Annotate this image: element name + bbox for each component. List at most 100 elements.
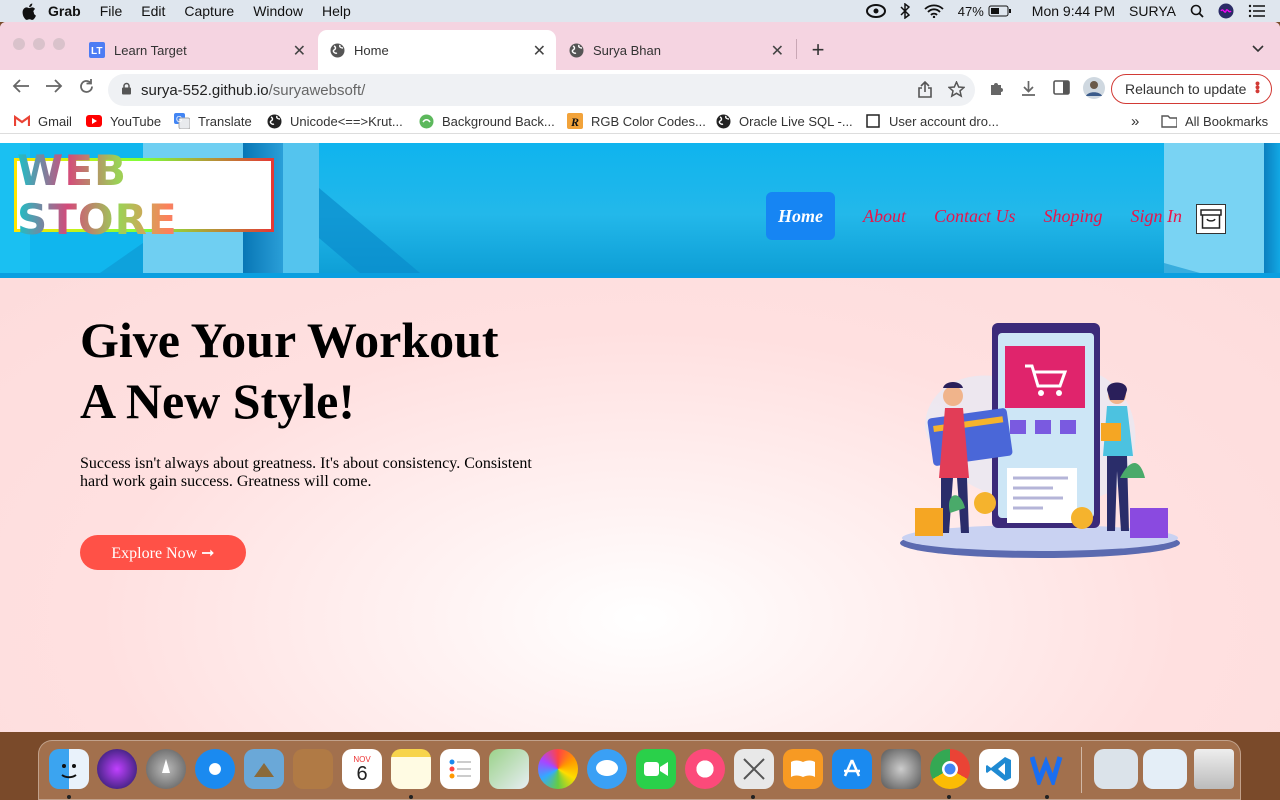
reminders-icon[interactable] bbox=[440, 749, 480, 789]
music-icon[interactable] bbox=[685, 749, 725, 789]
nav-home[interactable]: Home bbox=[766, 192, 835, 240]
address-bar[interactable]: surya-552.github.io /suryawebsoft/ bbox=[108, 74, 975, 106]
site-logo[interactable]: WEB STORE bbox=[14, 146, 274, 244]
photos-icon[interactable] bbox=[538, 749, 578, 789]
cart-icon[interactable] bbox=[1196, 204, 1226, 234]
safari-icon[interactable] bbox=[195, 749, 235, 789]
globe-icon bbox=[329, 42, 345, 58]
svg-text:G: G bbox=[176, 115, 182, 124]
menu-help[interactable]: Help bbox=[322, 3, 351, 19]
menu-window[interactable]: Window bbox=[253, 3, 303, 19]
close-tab-icon[interactable]: ✕ bbox=[293, 41, 306, 61]
grab-icon[interactable] bbox=[734, 749, 774, 789]
vscode-icon[interactable] bbox=[979, 749, 1019, 789]
launchpad-icon[interactable] bbox=[146, 749, 186, 789]
trash-icon[interactable] bbox=[1194, 749, 1234, 789]
tab-surya-bhan[interactable]: Surya Bhan ✕ bbox=[558, 30, 794, 70]
minimized-window-icon[interactable] bbox=[1094, 749, 1138, 789]
bookmark-unicode[interactable]: Unicode<==>Krut... bbox=[266, 113, 403, 129]
siri-menu-icon[interactable] bbox=[1218, 3, 1234, 19]
bookmark-label: Gmail bbox=[38, 113, 72, 129]
lock-icon[interactable] bbox=[121, 82, 132, 99]
browser-toolbar: surya-552.github.io /suryawebsoft/ Relau… bbox=[0, 70, 1280, 108]
tab-search-chevron-icon[interactable] bbox=[1252, 40, 1264, 58]
download-icon[interactable] bbox=[1020, 80, 1037, 102]
all-bookmarks-button[interactable]: All Bookmarks bbox=[1161, 113, 1268, 129]
tab-home[interactable]: Home ✕ bbox=[318, 30, 556, 70]
wifi-icon[interactable] bbox=[924, 4, 944, 18]
extensions-puzzle-icon[interactable] bbox=[988, 80, 1005, 102]
more-bookmarks-chevron-icon[interactable]: » bbox=[1131, 113, 1139, 130]
word-icon[interactable] bbox=[1028, 749, 1068, 789]
folder-icon bbox=[1161, 113, 1177, 129]
bookmark-label: Translate bbox=[198, 113, 252, 129]
menu-capture[interactable]: Capture bbox=[184, 3, 234, 19]
books-icon[interactable] bbox=[783, 749, 823, 789]
gmail-icon bbox=[14, 113, 30, 129]
bookmark-rgb-color-codes[interactable]: R RGB Color Codes... bbox=[567, 113, 706, 129]
apple-icon[interactable] bbox=[20, 2, 38, 20]
menubar-user[interactable]: SURYA bbox=[1129, 3, 1176, 19]
minimized-chrome-window-icon[interactable] bbox=[1143, 749, 1187, 789]
youtube-icon bbox=[86, 113, 102, 129]
nav-contact-us[interactable]: Contact Us bbox=[934, 192, 1016, 240]
reload-icon[interactable] bbox=[78, 78, 95, 100]
bookmark-background[interactable]: Background Back... bbox=[418, 113, 555, 129]
page-icon bbox=[865, 113, 881, 129]
chrome-icon[interactable] bbox=[930, 749, 970, 789]
relaunch-to-update-button[interactable]: Relaunch to update ••• bbox=[1111, 74, 1272, 104]
messages-icon[interactable] bbox=[587, 749, 627, 789]
minimize-window-button[interactable] bbox=[33, 38, 45, 50]
profile-avatar[interactable] bbox=[1082, 76, 1106, 105]
menu-edit[interactable]: Edit bbox=[141, 3, 165, 19]
close-window-button[interactable] bbox=[13, 38, 25, 50]
nav-sign-in[interactable]: Sign In bbox=[1131, 192, 1183, 240]
facetime-icon[interactable] bbox=[636, 749, 676, 789]
siri-icon[interactable] bbox=[97, 749, 137, 789]
tab-separator bbox=[796, 39, 797, 59]
bookmark-oracle-live-sql[interactable]: Oracle Live SQL -... bbox=[715, 113, 853, 129]
system-preferences-icon[interactable] bbox=[881, 749, 921, 789]
hero-title: Give Your Workout A New Style! bbox=[80, 312, 499, 429]
maps-icon[interactable] bbox=[489, 749, 529, 789]
close-tab-icon[interactable]: ✕ bbox=[533, 41, 546, 61]
creative-cloud-icon[interactable] bbox=[865, 4, 886, 18]
close-tab-icon[interactable]: ✕ bbox=[771, 41, 784, 61]
nav-shoping[interactable]: Shoping bbox=[1044, 192, 1103, 240]
battery-icon[interactable] bbox=[988, 5, 1012, 17]
more-menu-icon[interactable]: ••• bbox=[1250, 81, 1266, 93]
menu-file[interactable]: File bbox=[100, 3, 123, 19]
finder-icon[interactable] bbox=[49, 749, 89, 789]
nav-about[interactable]: About bbox=[863, 192, 906, 240]
notefile-icon[interactable] bbox=[293, 749, 333, 789]
spotlight-icon[interactable] bbox=[1190, 4, 1204, 18]
app-store-icon[interactable] bbox=[832, 749, 872, 789]
tab-learn-target[interactable]: LT Learn Target ✕ bbox=[80, 30, 316, 70]
bookmark-gmail[interactable]: Gmail bbox=[14, 113, 72, 129]
side-panel-icon[interactable] bbox=[1053, 80, 1070, 100]
zoom-window-button[interactable] bbox=[53, 38, 65, 50]
hero-section: Give Your Workout A New Style! Success is… bbox=[0, 278, 1280, 732]
share-icon[interactable] bbox=[918, 80, 932, 102]
dock-separator bbox=[1081, 747, 1082, 793]
calendar-icon[interactable]: NOV 6 bbox=[342, 749, 382, 789]
translate-icon: G bbox=[174, 113, 190, 129]
bluetooth-icon[interactable] bbox=[900, 3, 910, 19]
bookmark-user-account[interactable]: User account dro... bbox=[865, 113, 999, 129]
bookmark-translate[interactable]: G Translate bbox=[174, 113, 252, 129]
battery-percent: 47% bbox=[957, 3, 984, 19]
new-tab-button[interactable]: + bbox=[808, 37, 828, 63]
forward-arrow-icon[interactable] bbox=[45, 78, 63, 99]
explore-now-button[interactable]: Explore Now ➞ bbox=[80, 535, 246, 570]
bookmark-star-icon[interactable] bbox=[947, 80, 966, 102]
globe-icon bbox=[568, 42, 584, 58]
preview-icon[interactable] bbox=[244, 749, 284, 789]
browser-window: LT Learn Target ✕ Home ✕ Surya Bhan ✕ + … bbox=[0, 22, 1280, 732]
notes-icon[interactable] bbox=[391, 749, 431, 789]
menu-app-name[interactable]: Grab bbox=[48, 3, 81, 19]
menubar-clock[interactable]: Mon 9:44 PM bbox=[1032, 3, 1115, 19]
back-arrow-icon[interactable] bbox=[12, 78, 30, 99]
control-center-icon[interactable] bbox=[1248, 4, 1266, 18]
globe-icon bbox=[266, 113, 282, 129]
bookmark-youtube[interactable]: YouTube bbox=[86, 113, 161, 129]
